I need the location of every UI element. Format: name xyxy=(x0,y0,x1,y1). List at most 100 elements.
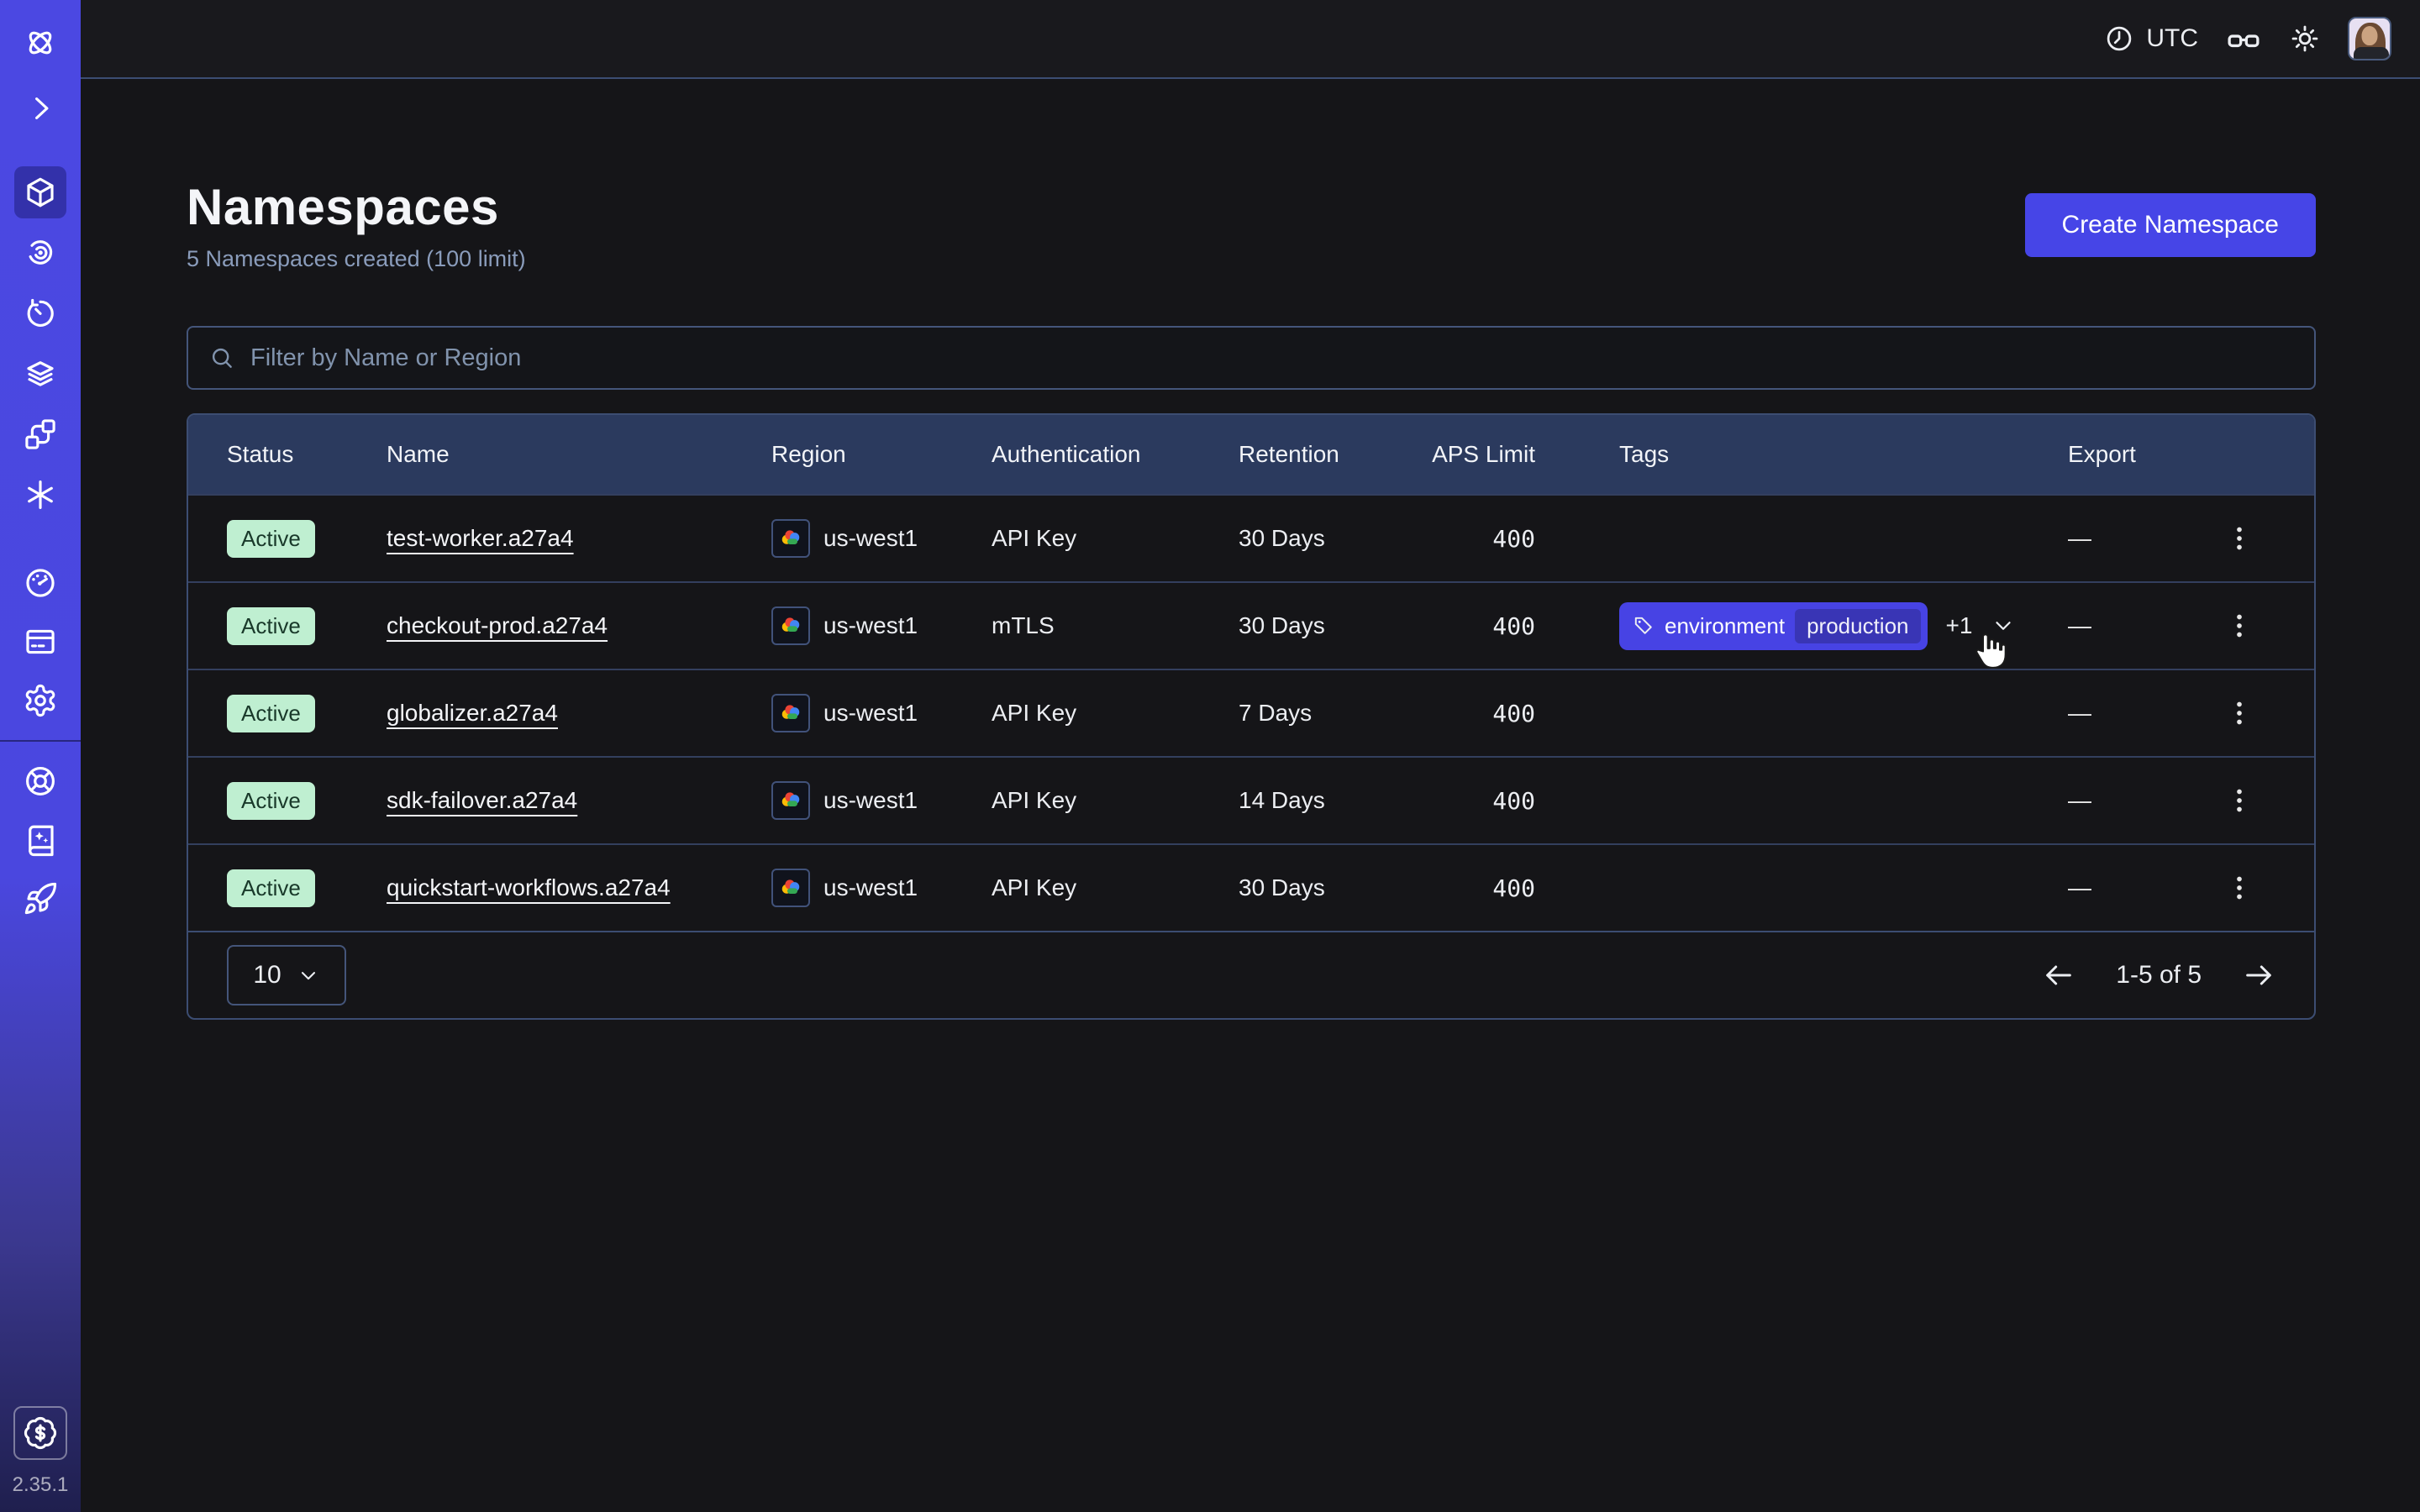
region-label: us-west1 xyxy=(823,700,918,727)
namespaces-table: Status Name Region Authentication Retent… xyxy=(187,413,2316,1020)
retention-value: 14 Days xyxy=(1239,787,1430,814)
timer-icon xyxy=(23,296,58,331)
row-actions-menu-button[interactable] xyxy=(2217,517,2261,560)
namespace-link[interactable]: globalizer.a27a4 xyxy=(387,700,558,726)
main-content: Namespaces 5 Namespaces created (100 lim… xyxy=(81,79,2420,1512)
create-namespace-button[interactable]: Create Namespace xyxy=(2025,193,2316,257)
status-badge: Active xyxy=(227,520,315,558)
kebab-menu-icon xyxy=(2224,611,2254,641)
row-actions-menu-button[interactable] xyxy=(2217,866,2261,910)
table-row: Active globalizer.a27a4 us-west1 API Key… xyxy=(188,669,2314,756)
labs-button[interactable] xyxy=(2225,20,2262,57)
previous-page-button[interactable] xyxy=(2042,958,2075,992)
topbar: UTC xyxy=(81,0,2420,79)
region-label: us-west1 xyxy=(823,525,918,552)
namespace-link[interactable]: test-worker.a27a4 xyxy=(387,525,574,551)
flow-graph-icon xyxy=(23,417,58,452)
sidebar-nav-primary xyxy=(14,162,66,525)
namespace-link[interactable]: sdk-failover.a27a4 xyxy=(387,787,577,813)
retention-value: 30 Days xyxy=(1239,612,1430,639)
avatar-face xyxy=(2362,26,2378,45)
sidebar-item-namespaces[interactable] xyxy=(14,166,66,218)
gcp-cloud-icon xyxy=(771,519,810,558)
tag-value: production xyxy=(1795,609,1920,643)
namespace-link[interactable]: checkout-prod.a27a4 xyxy=(387,612,608,638)
col-header-export: Export xyxy=(2068,441,2202,468)
sidebar-item-get-started[interactable] xyxy=(14,873,66,925)
table-row: Active checkout-prod.a27a4 us-west1 mTLS… xyxy=(188,581,2314,669)
page-subtitle: 5 Namespaces created (100 limit) xyxy=(187,246,526,272)
col-header-authentication: Authentication xyxy=(992,441,1239,468)
auth-method: mTLS xyxy=(992,612,1239,639)
status-badge: Active xyxy=(227,869,315,907)
row-actions-menu-button[interactable] xyxy=(2217,604,2261,648)
aps-limit-value: 400 xyxy=(1430,612,1535,640)
export-value: — xyxy=(2068,874,2202,901)
export-value: — xyxy=(2068,700,2202,727)
sidebar-item-docs[interactable] xyxy=(14,814,66,866)
sidebar-item-support[interactable] xyxy=(14,755,66,807)
aps-limit-value: 400 xyxy=(1430,700,1535,727)
sidebar-item-batch-operations[interactable] xyxy=(14,408,66,460)
gcp-cloud-icon xyxy=(771,781,810,820)
filter-bar xyxy=(187,326,2316,390)
auth-method: API Key xyxy=(992,700,1239,727)
theme-toggle-button[interactable] xyxy=(2289,23,2321,55)
user-avatar[interactable] xyxy=(2348,17,2391,60)
namespace-link[interactable]: quickstart-workflows.a27a4 xyxy=(387,874,671,900)
page-size-select[interactable]: 10 xyxy=(227,945,346,1005)
next-page-button[interactable] xyxy=(2242,958,2275,992)
page-title: Namespaces xyxy=(187,178,526,236)
table-header-row: Status Name Region Authentication Retent… xyxy=(188,415,2314,494)
col-header-tags: Tags xyxy=(1535,441,2068,468)
sidebar-item-nexus[interactable] xyxy=(14,469,66,521)
region-label: us-west1 xyxy=(823,787,918,814)
filter-input[interactable] xyxy=(250,344,2294,372)
page-header: Namespaces 5 Namespaces created (100 lim… xyxy=(187,178,2316,272)
sidebar-item-settings[interactable] xyxy=(14,675,66,727)
asterisk-icon xyxy=(23,477,58,512)
search-icon xyxy=(208,344,235,371)
sidebar-item-billing[interactable] xyxy=(14,616,66,668)
chevron-down-icon xyxy=(297,963,320,987)
export-value: — xyxy=(2068,612,2202,639)
auth-method: API Key xyxy=(992,874,1239,901)
chevron-right-icon xyxy=(23,91,58,126)
sidebar-expand-button[interactable] xyxy=(14,82,66,134)
row-actions-menu-button[interactable] xyxy=(2217,779,2261,822)
timezone-label: UTC xyxy=(2146,24,2198,53)
gcp-cloud-icon xyxy=(771,694,810,732)
auth-method: API Key xyxy=(992,787,1239,814)
cube-icon xyxy=(23,175,58,210)
retention-value: 7 Days xyxy=(1239,700,1430,727)
status-badge: Active xyxy=(227,607,315,645)
lifebuoy-icon xyxy=(23,764,58,799)
temporal-logo-icon[interactable] xyxy=(14,17,66,69)
avatar-shoulders xyxy=(2354,47,2389,60)
pagination-range: 1-5 of 5 xyxy=(2116,961,2202,990)
export-value: — xyxy=(2068,525,2202,552)
col-header-name: Name xyxy=(387,441,771,468)
rocket-icon xyxy=(23,881,58,916)
sidebar-nav-account xyxy=(14,554,66,730)
tag-icon xyxy=(1633,615,1655,637)
aps-limit-value: 400 xyxy=(1430,787,1535,815)
tag-chip[interactable]: environment production xyxy=(1619,602,1928,650)
kebab-menu-icon xyxy=(2224,698,2254,728)
credits-button[interactable] xyxy=(13,1406,67,1460)
glasses-icon xyxy=(2225,20,2262,57)
sidebar-item-schedules[interactable] xyxy=(14,287,66,339)
row-actions-menu-button[interactable] xyxy=(2217,691,2261,735)
pagination: 1-5 of 5 xyxy=(2042,958,2275,992)
kebab-menu-icon xyxy=(2224,873,2254,903)
timezone-button[interactable]: UTC xyxy=(2104,24,2198,54)
sidebar-item-deployments[interactable] xyxy=(14,348,66,400)
region-label: us-west1 xyxy=(823,874,918,901)
table-row: Active test-worker.a27a4 us-west1 API Ke… xyxy=(188,494,2314,581)
auth-method: API Key xyxy=(992,525,1239,552)
sidebar-item-usage[interactable] xyxy=(14,557,66,609)
badge-dollar-icon xyxy=(23,1415,58,1451)
chevron-down-icon[interactable] xyxy=(1991,613,2016,638)
arrow-right-icon xyxy=(2242,958,2275,992)
sidebar-item-workflows[interactable] xyxy=(14,227,66,279)
